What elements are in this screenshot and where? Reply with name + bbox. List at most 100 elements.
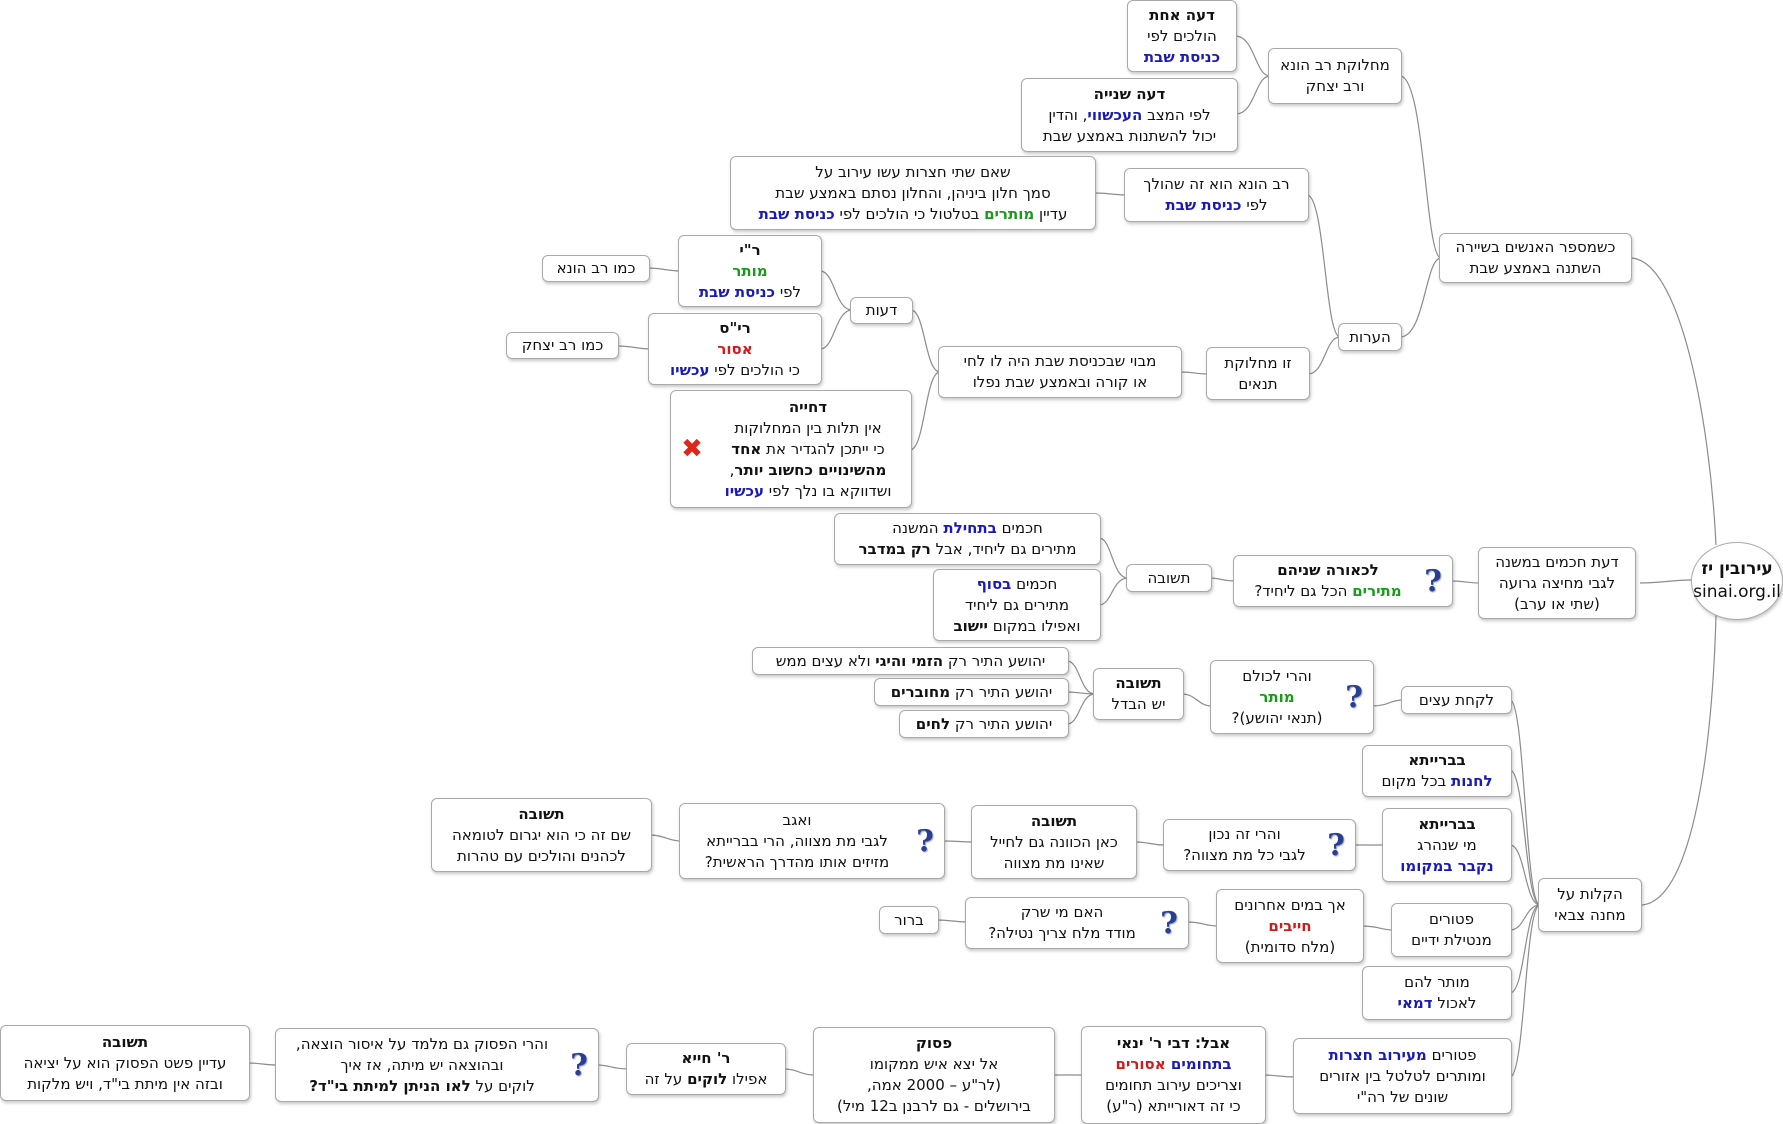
node-leniencies[interactable]: הקלות על מחנה צבאי bbox=[1538, 878, 1642, 932]
link-eruv-yannai bbox=[1263, 1074, 1296, 1078]
but-yannai-line2: וצריכים עירוב תחומים bbox=[1105, 1076, 1242, 1094]
question-icon: ? bbox=[1424, 563, 1442, 599]
seemingly-title: לכאורה שניהם bbox=[1277, 561, 1379, 579]
node-answer3[interactable]: תשובה כאן הכוונה גם לחייל שאינו מת מצווה bbox=[971, 805, 1137, 879]
node-yehoshua2[interactable]: יהושע התיר רק מחוברים bbox=[874, 678, 1069, 706]
node-met-mitzva[interactable]: ? והרי זה נכון לגבי כל מת מצווה? bbox=[1163, 819, 1356, 871]
question-icon: ? bbox=[1160, 905, 1178, 941]
node-like-huna[interactable]: כמו רב הונא bbox=[542, 255, 650, 282]
node-allowed-all[interactable]: ? והרי לכולם מותר (תנאי יהושע)? bbox=[1210, 660, 1374, 734]
baraita1-line1a: לחנות bbox=[1450, 772, 1493, 790]
leniencies-line2: מחנה צבאי bbox=[1554, 906, 1626, 924]
link-notes-tannaim bbox=[1307, 336, 1341, 375]
incidentally-line1: ואגב bbox=[782, 810, 812, 829]
handwash-line1: פטורים bbox=[1429, 910, 1474, 928]
link-sages-seemingly bbox=[1450, 580, 1481, 584]
node-answer1[interactable]: תשובה bbox=[1126, 564, 1212, 592]
sages-line3: (שתי או ערב) bbox=[1514, 594, 1600, 613]
node-mayim[interactable]: אך במים אחרונים חייבים (מלח סדומית) bbox=[1216, 889, 1364, 963]
verse-line1: אל יצא איש ממקומו bbox=[869, 1055, 999, 1073]
node-sages[interactable]: דעת חכמים במשנה לגבי מחיצה גרועה (שתי או ע… bbox=[1478, 547, 1636, 619]
incidentally-line3: מזיזים אותו מהדרך הראשית? bbox=[704, 852, 890, 871]
verse-q-line2: ובהוצאה יש מיתה, אז איך bbox=[340, 1055, 504, 1074]
node-change-count[interactable]: כשמספר האנשים בשיירה השתנה באמצע שבת bbox=[1439, 233, 1632, 283]
node-views[interactable]: דעות bbox=[850, 297, 913, 324]
ris-line2b: עכשיו bbox=[670, 360, 710, 379]
node-clear[interactable]: ברור bbox=[879, 906, 939, 934]
yehoshua1-a: יהושע התיר רק bbox=[943, 651, 1046, 670]
node-wood[interactable]: לקחת עצים bbox=[1401, 686, 1512, 714]
change-line2: השתנה באמצע שבת bbox=[1469, 259, 1602, 277]
red-x-icon: ✖ bbox=[681, 433, 703, 464]
huna-line1: רב הונא הוא זה שהולך bbox=[1143, 175, 1290, 193]
node-sages-start[interactable]: חכמים בתחילת המשנה מתירים גם ליחיד, אבל ר… bbox=[834, 513, 1101, 565]
sages-end-line2: מתירים גם ליחיד bbox=[964, 595, 1070, 614]
node-baraita1[interactable]: בברייתא לחנות בכל מקום bbox=[1362, 745, 1512, 797]
rejection-line4b: עכשיו bbox=[724, 481, 764, 500]
dispute-line1: מחלוקת רב הונא bbox=[1280, 56, 1390, 74]
node-demai[interactable]: מותר להם לאכול דמאי bbox=[1362, 966, 1512, 1020]
link-seemingly-answer1 bbox=[1209, 577, 1236, 582]
huna-line2a: לפי bbox=[1241, 196, 1268, 214]
rchiya-title: ר' חייא bbox=[681, 1049, 731, 1067]
node-handwash[interactable]: פטורים מנטילת ידיים bbox=[1391, 903, 1512, 957]
sages-start-line1b: בתחילת bbox=[943, 519, 997, 537]
allowed-all-line1: והרי לכולם bbox=[1242, 666, 1312, 685]
salt-line2: מודד מלח צריך נטילה? bbox=[988, 924, 1136, 942]
node-yehoshua3[interactable]: יהושע התיר רק לחים bbox=[899, 710, 1069, 738]
node-incidentally[interactable]: ? ואגב לגבי מת מצווה, הרי בברייתא מזיזים א… bbox=[679, 803, 945, 879]
node-answer4[interactable]: תשובה שם זה כי הוא יגרום לטומאה לכהנים והו… bbox=[431, 798, 652, 872]
yehoshua3-a: יהושע התיר רק bbox=[950, 714, 1053, 733]
node-rchiya[interactable]: ר' חייא אפילו לוקים על זה bbox=[626, 1043, 786, 1095]
eruv-exempt-line2: ומותרים לטלטל בין אזורים bbox=[1319, 1066, 1486, 1085]
answer5-line2: ובזה אין מיתת בי"ד, ויש מלקות bbox=[27, 1074, 223, 1093]
question-icon: ? bbox=[1327, 827, 1345, 863]
node-answer5[interactable]: תשובה עדיין פשט הפסוק הוא על יציאה ובזה אי… bbox=[0, 1025, 250, 1101]
node-baraita2[interactable]: בברייתא מי שנהרג נקבר במקומו bbox=[1382, 808, 1512, 882]
demai-line2a: לאכול bbox=[1432, 994, 1477, 1012]
node-yehoshua1[interactable]: יהושע התיר רק הזמי והיגי ולא עצים ממש bbox=[752, 647, 1069, 675]
node-dispute[interactable]: מחלוקת רב הונא ורב יצחק bbox=[1268, 48, 1402, 104]
opinion1-line1: הולכים לפי bbox=[1147, 26, 1217, 45]
node-but-yannai[interactable]: אבל: דבי ר' ינאי בתחומים אסורים וצריכים עי… bbox=[1081, 1026, 1266, 1124]
node-ris[interactable]: רי"ס אסור כי הולכים לפי עכשיו bbox=[648, 313, 822, 385]
verse-title: פסוק bbox=[915, 1034, 953, 1052]
node-notes[interactable]: הערות bbox=[1338, 323, 1402, 351]
node-salt[interactable]: ? האם מי שרק מודד מלח צריך נטילה? bbox=[965, 897, 1189, 949]
node-verse[interactable]: פסוק אל יצא איש ממקומו (לר"ע – 2000 אמה, בי… bbox=[813, 1027, 1055, 1123]
node-opinion2[interactable]: דעה שנייה לפי המצב העכשווי, והדין יכול להש… bbox=[1021, 78, 1238, 152]
link-len-eruv bbox=[1509, 904, 1541, 1078]
answer5-line1: עדיין פשט הפסוק הוא על יציאה bbox=[23, 1053, 227, 1072]
link-huna-courtyards bbox=[1093, 192, 1127, 196]
like-huna-label: כמו רב הונא bbox=[556, 259, 636, 277]
met-mitzva-line1: והרי זה נכון bbox=[1208, 825, 1281, 843]
rchiya-line1c: על זה bbox=[644, 1070, 688, 1088]
node-tannaim[interactable]: זו מחלוקת תנאים bbox=[1206, 347, 1310, 400]
node-huna[interactable]: רב הונא הוא זה שהולך לפי כניסת שבת bbox=[1124, 168, 1309, 222]
link-answer3-incidentally bbox=[942, 840, 974, 843]
node-like-yitzchak[interactable]: כמו רב יצחק bbox=[506, 332, 619, 359]
node-alley[interactable]: מבוי שבכניסת שבת היה לו לחי או קורה ובאמצ… bbox=[938, 346, 1182, 398]
node-eruv-exempt[interactable]: פטורים מעירוב חצרות ומותרים לטלטל בין אזו… bbox=[1293, 1038, 1512, 1114]
sages-start-line2a: מתירים גם ליחיד, אבל bbox=[930, 540, 1077, 558]
link-root-leniencies bbox=[1639, 614, 1717, 906]
node-seemingly[interactable]: ? לכאורה שניהם מתירים הכל גם ליחיד? bbox=[1233, 555, 1453, 607]
node-verse-question[interactable]: ? והרי הפסוק גם מלמד על איסור הוצאה, ובהו… bbox=[275, 1028, 599, 1102]
root-node[interactable]: עירובין יז sinai.org.il bbox=[1691, 542, 1783, 620]
node-ry[interactable]: ר"י מותר לפי כניסת שבת bbox=[678, 235, 822, 307]
node-sages-end[interactable]: חכמים בסוף מתירים גם ליחיד ואפילו במקום יי… bbox=[933, 569, 1101, 641]
handwash-line2: מנטילת ידיים bbox=[1411, 931, 1492, 949]
link-salt-clear bbox=[936, 919, 968, 923]
link-incidentally-answer4 bbox=[649, 834, 682, 842]
node-rejection[interactable]: דחייה אין תלות בין המחלוקות כי ייתכן להגדי… bbox=[670, 390, 912, 508]
node-courtyards[interactable]: שאם שתי חצרות עשו עירוב על סמך חלון ביניה… bbox=[730, 156, 1096, 230]
leniencies-line1: הקלות על bbox=[1557, 885, 1623, 903]
but-yannai-line1b: אסורים bbox=[1115, 1055, 1171, 1073]
node-opinion1[interactable]: דעה אחת הולכים לפי כניסת שבת bbox=[1127, 0, 1237, 72]
link-answer2-y1 bbox=[1066, 660, 1096, 695]
but-yannai-line1a: בתחומים bbox=[1170, 1055, 1232, 1073]
answer5-title: תשובה bbox=[101, 1032, 149, 1051]
node-answer2[interactable]: תשובה יש הבדל bbox=[1093, 668, 1184, 720]
answer4-title: תשובה bbox=[518, 804, 565, 823]
link-views-ris bbox=[819, 309, 853, 350]
